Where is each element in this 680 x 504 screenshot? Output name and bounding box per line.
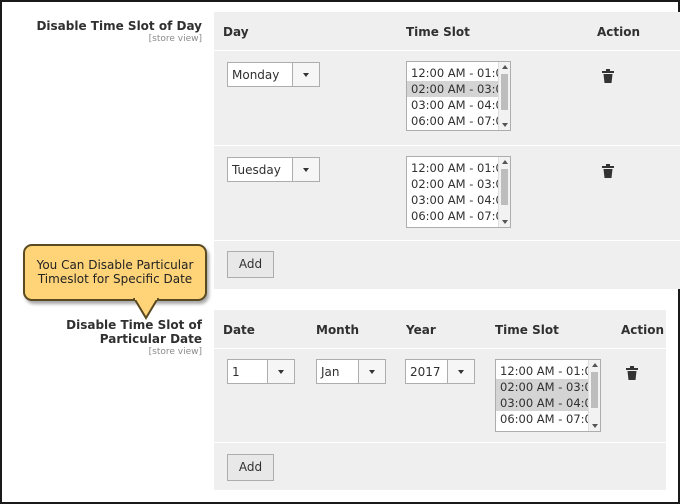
date-select-toggle[interactable] [267,360,294,383]
month-select[interactable]: Jan [316,359,386,384]
scroll-thumb[interactable] [591,372,598,408]
trash-icon[interactable] [602,164,614,178]
row-divider [214,442,666,443]
time-slot-option[interactable]: 03:00 AM - 04:00 [407,97,510,113]
info-callout: You Can Disable Particular Timeslot for … [23,244,207,301]
date-section-label: Disable Time Slot of Particular Date [st… [2,318,202,358]
day-select-row-2[interactable]: Tuesday [227,157,320,182]
date-time-slot-list[interactable]: 12:00 AM - 01:00 02:00 AM - 03:00 03:00 … [495,359,601,432]
time-slot-option-selected[interactable]: 02:00 AM - 03:00 [407,81,510,97]
header-action: Action [621,323,665,337]
callout-line-2: Timeslot for Specific Date [37,272,193,286]
chevron-down-icon [458,370,464,374]
time-slot-option[interactable]: 06:00 AM - 07:00 [496,411,600,427]
callout-line-1: You Can Disable Particular [36,258,194,272]
row-divider [214,348,666,349]
year-select[interactable]: 2017 [405,359,475,384]
time-slot-option[interactable]: 02:00 AM - 03:00 [407,176,510,192]
day-section-scope: [store view] [148,34,202,44]
trash-icon[interactable] [626,366,638,380]
time-slot-option[interactable]: 12:00 AM - 01:00 [407,65,510,81]
day-slot-table: Day Time Slot Action Monday 12:00 AM - 0… [214,12,680,289]
time-slot-option-selected[interactable]: 03:00 AM - 04:00 [496,395,600,411]
month-select-value: Jan [321,365,340,379]
header-time-slot: Time Slot [495,323,559,337]
date-select[interactable]: 1 [227,359,295,384]
time-slot-option[interactable]: 03:00 AM - 04:00 [407,192,510,208]
trash-icon[interactable] [602,69,614,83]
time-slot-list-row-2[interactable]: 12:00 AM - 01:00 02:00 AM - 03:00 03:00 … [406,156,511,228]
scroll-thumb[interactable] [501,74,508,110]
time-slot-option[interactable]: 12:00 AM - 01:00 [407,160,510,176]
header-time-slot: Time Slot [406,25,470,39]
chevron-down-icon [303,168,309,172]
date-section-scope: [store view] [148,347,202,357]
day-select-toggle[interactable] [292,158,319,181]
day-select-value: Tuesday [232,163,281,177]
header-year: Year [406,323,436,337]
day-select-value: Monday [232,68,280,82]
chevron-down-icon [278,370,284,374]
list-scrollbar[interactable] [498,157,510,227]
scroll-down-icon[interactable] [502,220,508,224]
config-page: Disable Time Slot of Day [store view] Da… [0,0,680,504]
time-slot-option[interactable]: 06:00 AM - 07:00 [407,113,510,129]
scroll-up-icon[interactable] [502,65,508,69]
row-divider [214,50,680,51]
row-divider [214,145,680,146]
day-section-title: Disable Time Slot of Day [36,19,202,33]
add-day-slot-button[interactable]: Add [227,251,274,278]
year-select-value: 2017 [410,365,441,379]
list-scrollbar[interactable] [498,62,510,130]
list-scrollbar[interactable] [588,360,600,431]
time-slot-list-row-1[interactable]: 12:00 AM - 01:00 02:00 AM - 03:00 03:00 … [406,61,511,131]
scroll-down-icon[interactable] [592,424,598,428]
scroll-thumb[interactable] [501,169,508,205]
add-date-slot-button[interactable]: Add [227,454,274,481]
date-slot-table: Date Month Year Time Slot Action 1 Jan 2… [214,310,666,490]
day-select-row-1[interactable]: Monday [227,62,320,87]
date-select-value: 1 [232,365,240,379]
scroll-up-icon[interactable] [592,363,598,367]
header-date: Date [223,323,255,337]
day-select-toggle[interactable] [292,63,319,86]
chevron-down-icon [369,370,375,374]
scroll-down-icon[interactable] [502,123,508,127]
callout-pointer [132,298,160,320]
day-section-label: Disable Time Slot of Day [store view] [2,19,202,45]
time-slot-option-selected[interactable]: 02:00 AM - 03:00 [496,379,600,395]
header-month: Month [316,323,360,337]
header-action: Action [597,25,641,39]
header-day: Day [223,25,249,39]
time-slot-option[interactable]: 06:00 AM - 07:00 [407,208,510,224]
row-divider [214,240,680,241]
date-section-title: Disable Time Slot of Particular Date [66,318,202,346]
time-slot-option[interactable]: 12:00 AM - 01:00 [496,363,600,379]
scroll-up-icon[interactable] [502,160,508,164]
year-select-toggle[interactable] [447,360,474,383]
chevron-down-icon [303,73,309,77]
month-select-toggle[interactable] [358,360,385,383]
